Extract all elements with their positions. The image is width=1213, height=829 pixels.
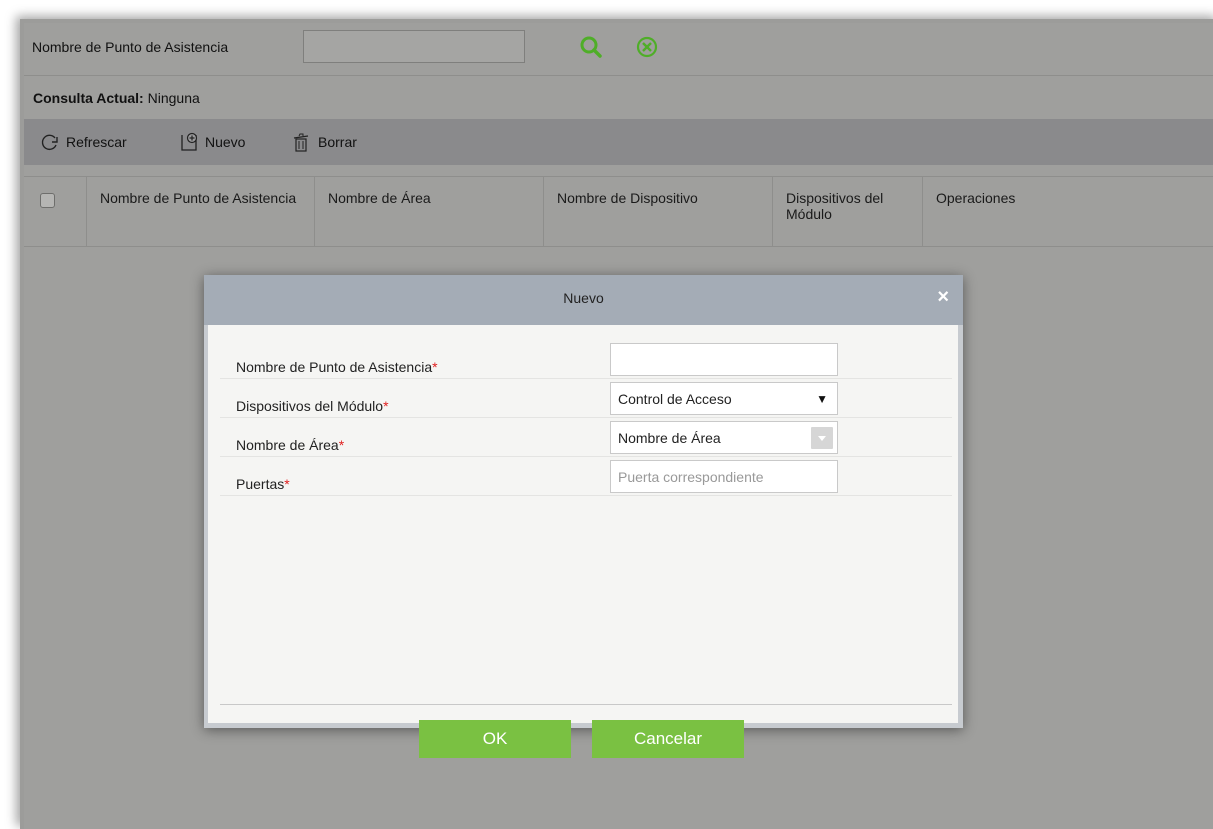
clear-circle-x-icon[interactable] xyxy=(636,36,658,61)
area-name-value: Nombre de Área xyxy=(618,429,721,446)
area-name-combobox[interactable]: Nombre de Área xyxy=(610,421,838,454)
required-mark: * xyxy=(383,398,389,414)
form-row: Dispositivos del Módulo* Control de Acce… xyxy=(220,378,952,418)
search-icon[interactable] xyxy=(579,35,603,62)
column-header[interactable]: Operaciones xyxy=(923,177,1203,246)
table-header: Nombre de Punto de Asistencia Nombre de … xyxy=(24,176,1213,247)
current-query-value: Ninguna xyxy=(147,90,200,106)
form-label: Dispositivos del Módulo* xyxy=(236,398,389,414)
form-label: Puertas* xyxy=(236,476,290,492)
form-row: Puertas* xyxy=(220,456,952,496)
search-input[interactable] xyxy=(303,30,525,63)
select-all-cell xyxy=(24,177,87,246)
form-row: Nombre de Punto de Asistencia* xyxy=(220,339,952,379)
new-dialog: Nuevo × Nombre de Punto de Asistencia* D… xyxy=(204,275,963,758)
column-header[interactable]: Nombre de Dispositivo xyxy=(544,177,773,246)
dialog-title: Nuevo xyxy=(563,290,604,306)
toolbar: Refrescar Nuevo Borrar xyxy=(24,119,1213,165)
module-devices-value: Control de Acceso xyxy=(618,390,732,407)
search-label: Nombre de Punto de Asistencia xyxy=(32,39,229,55)
search-bar: Nombre de Punto de Asistencia xyxy=(24,23,1213,76)
refresh-label: Refrescar xyxy=(66,134,127,150)
module-devices-select[interactable]: Control de Acceso ▼ xyxy=(610,382,838,415)
required-mark: * xyxy=(432,359,438,375)
current-query-label: Consulta Actual: xyxy=(33,90,144,106)
trash-icon xyxy=(293,133,309,152)
cancel-button[interactable]: Cancelar xyxy=(592,720,744,758)
form-row: Nombre de Área* Nombre de Área xyxy=(220,417,952,457)
delete-label: Borrar xyxy=(318,134,357,150)
current-query: Consulta Actual: Ninguna xyxy=(33,90,200,106)
new-button[interactable]: Nuevo xyxy=(179,131,245,153)
column-header[interactable]: Dispositivos del Módulo xyxy=(773,177,923,246)
doors-input[interactable] xyxy=(610,460,838,493)
column-header[interactable]: Nombre de Punto de Asistencia xyxy=(87,177,315,246)
ok-button[interactable]: OK xyxy=(419,720,571,758)
close-icon[interactable]: × xyxy=(937,287,949,307)
new-label: Nuevo xyxy=(205,134,246,150)
delete-button[interactable]: Borrar xyxy=(290,131,357,153)
form-label: Nombre de Área* xyxy=(236,437,345,453)
dropdown-arrow-icon: ▼ xyxy=(816,391,828,406)
attendance-point-name-input[interactable] xyxy=(610,343,838,376)
required-mark: * xyxy=(284,476,290,492)
dialog-header: Nuevo × xyxy=(204,275,963,325)
add-document-icon xyxy=(181,132,198,151)
form-label: Nombre de Punto de Asistencia* xyxy=(236,359,438,375)
select-all-checkbox[interactable] xyxy=(40,193,55,208)
refresh-icon xyxy=(41,134,58,151)
column-header[interactable]: Nombre de Área xyxy=(315,177,544,246)
combo-arrow-icon[interactable] xyxy=(811,427,833,449)
required-mark: * xyxy=(338,437,345,453)
dialog-divider xyxy=(220,704,952,705)
refresh-button[interactable]: Refrescar xyxy=(40,131,127,153)
dialog-body: Nombre de Punto de Asistencia* Dispositi… xyxy=(208,325,958,758)
